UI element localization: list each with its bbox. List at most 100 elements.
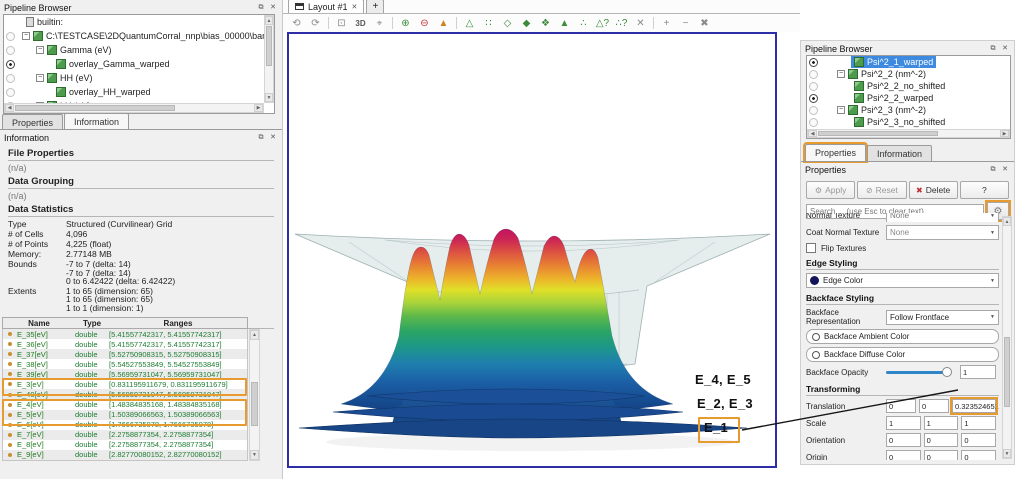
scale-x-field[interactable]: 1 [886,416,921,430]
undock-icon[interactable]: ⧉ [256,3,266,13]
apply-button[interactable]: ⚙Apply [806,181,855,199]
visibility-eye-icon[interactable] [809,106,818,115]
select-polygon-points-icon[interactable]: ◆ [518,16,535,31]
slider-handle[interactable] [942,367,952,377]
translation-z-field[interactable]: 0.323524651 [952,399,996,413]
tab-properties[interactable]: Properties [2,114,63,130]
table-row[interactable]: E_36[eV]double[5.41557742317, 5.41557742… [3,339,247,349]
table-row[interactable]: E_39[eV]double[5.56959731047, 5.56959731… [3,369,247,379]
select-block-icon[interactable]: ❖ [537,16,554,31]
scroll-left-icon[interactable]: ◀ [5,104,14,112]
close-icon[interactable]: ✕ [1000,44,1010,54]
visibility-eye-icon[interactable] [6,46,15,55]
visibility-eye-icon[interactable] [809,70,818,79]
render-viewport[interactable] [287,32,777,468]
visibility-eye-icon[interactable] [6,74,15,83]
tree-item-hh[interactable]: − HH (eV) [4,71,274,85]
select-polygon-cells-icon[interactable]: ◇ [499,16,516,31]
backface-opacity-slider[interactable] [886,366,956,378]
scroll-thumb[interactable] [818,131,938,136]
new-layout-tab[interactable]: + [366,0,384,13]
col-type[interactable]: Type [75,319,109,328]
normal-texture-combo[interactable]: None▼ [886,213,999,222]
tree-item-psi22-warped[interactable]: Psi^2_2_warped [807,92,1010,104]
scroll-up-icon[interactable]: ▲ [1003,217,1011,226]
scroll-up-icon[interactable]: ▲ [265,16,273,25]
flip-textures-checkbox[interactable] [806,243,816,253]
tree-item-gamma[interactable]: − Gamma (eV) [4,43,274,57]
collapse-icon[interactable]: − [36,74,44,82]
visibility-eye-icon[interactable] [6,32,15,41]
scroll-right-icon[interactable]: ▶ [1000,130,1009,137]
scroll-thumb[interactable] [1004,337,1010,407]
toggle-2d3d-icon[interactable]: 3D [352,16,369,31]
tree-horizontal-scrollbar[interactable]: ◀ ▶ [807,129,1010,138]
subtract-selection-icon[interactable]: ⊖ [416,16,433,31]
origin-y-field[interactable]: 0 [924,450,959,460]
table-vertical-scrollbar[interactable]: ▲ ▼ [249,329,260,461]
properties-vertical-scrollbar[interactable]: ▲ ▼ [1002,216,1012,459]
table-row[interactable]: E_8[eV]double[2.2758877354, 2.2758877354… [3,440,247,450]
close-tab-icon[interactable]: ✕ [352,3,358,11]
add-selection-icon[interactable]: ⊕ [397,16,414,31]
tab-information[interactable]: Information [64,113,129,130]
table-row[interactable]: E_7[eV]double[2.2758877354, 2.2758877354… [3,430,247,440]
tree-horizontal-scrollbar[interactable]: ◀ ▶ [4,103,264,113]
visibility-eye-icon[interactable] [809,58,818,67]
table-row[interactable]: E_9[eV]double[2.82770080152, 2.827700801… [3,450,247,460]
close-icon[interactable]: ✕ [268,3,278,13]
table-row-e5[interactable]: E_5[eV]double[1.50389066563, 1.503890665… [3,410,247,420]
collapse-icon[interactable]: − [837,106,845,114]
scale-y-field[interactable]: 1 [924,416,959,430]
table-row[interactable]: E_37[eV]double[5.52750908315, 5.52750908… [3,349,247,359]
orientation-x-field[interactable]: 0 [886,433,921,447]
undock-icon[interactable]: ⧉ [256,133,266,143]
scroll-left-icon[interactable]: ◀ [808,130,817,137]
scroll-down-icon[interactable]: ▼ [250,450,259,460]
tab-information[interactable]: Information [867,145,932,161]
visibility-eye-icon[interactable] [809,94,818,103]
interactive-select-cells-icon[interactable]: ▲ [556,16,573,31]
orientation-z-field[interactable]: 0 [961,433,996,447]
tree-item-psi21-warped[interactable]: Psi^2_1_warped [807,56,1010,68]
backface-ambient-color-button[interactable]: Backface Ambient Color [806,329,999,344]
capture-screenshot-icon[interactable]: ⊡ [333,16,350,31]
close-icon[interactable]: ✕ [268,133,278,143]
orientation-y-field[interactable]: 0 [924,433,959,447]
backface-diffuse-color-button[interactable]: Backface Diffuse Color [806,347,999,362]
scroll-down-icon[interactable]: ▼ [1003,449,1011,458]
scroll-right-icon[interactable]: ▶ [254,104,263,112]
tab-properties[interactable]: Properties [805,144,866,161]
tree-item-overlay-gamma-warped[interactable]: overlay_Gamma_warped [4,57,274,71]
table-row-e4[interactable]: E_4[eV]double[1.48384835168, 1.483848351… [3,400,247,410]
add-item-icon[interactable]: + [658,16,675,31]
edge-color-combo[interactable]: Edge Color▼ [806,273,999,288]
col-name[interactable]: Name [3,319,75,328]
visibility-eye-icon[interactable] [809,82,818,91]
undock-icon[interactable]: ⧉ [988,44,998,54]
origin-x-field[interactable]: 0 [886,450,921,460]
select-cells-rect-icon[interactable]: △ [461,16,478,31]
tree-item-psi23[interactable]: − Psi^2_3 (nm^-2) [807,104,1010,116]
coat-normal-texture-combo[interactable]: None▼ [886,225,999,240]
reset-button[interactable]: ⊘Reset [857,181,906,199]
visibility-eye-icon[interactable] [6,88,15,97]
backface-opacity-field[interactable]: 1 [960,365,996,379]
translation-x-field[interactable]: 0 [886,399,916,413]
scroll-thumb[interactable] [15,105,175,111]
tree-item-psi22[interactable]: − Psi^2_2 (nm^-2) [807,68,1010,80]
tree-vertical-scrollbar[interactable]: ▲ ▼ [264,15,274,103]
remove-item-icon[interactable]: − [677,16,694,31]
tree-item-bandedges[interactable]: − C:\TESTCASE\2DQuantumCorral_nnp\bias_0… [4,29,274,43]
zoom-to-data-icon[interactable]: ⌖ [371,16,388,31]
select-points-rect-icon[interactable]: ∷ [480,16,497,31]
redo-camera-icon[interactable]: ⟳ [307,16,324,31]
hover-cells-icon[interactable]: △? [594,16,611,31]
origin-z-field[interactable]: 0 [961,450,996,460]
backface-representation-combo[interactable]: Follow Frontface▼ [886,310,999,325]
tree-item-overlay-hh-warped[interactable]: overlay_HH_warped [4,85,274,99]
table-row[interactable]: E_6[eV]double[1.7666735078, 1.7666735078… [3,420,247,430]
collapse-icon[interactable]: − [36,46,44,54]
visibility-eye-icon[interactable] [809,118,818,127]
close-icon[interactable]: ✕ [1000,165,1010,175]
